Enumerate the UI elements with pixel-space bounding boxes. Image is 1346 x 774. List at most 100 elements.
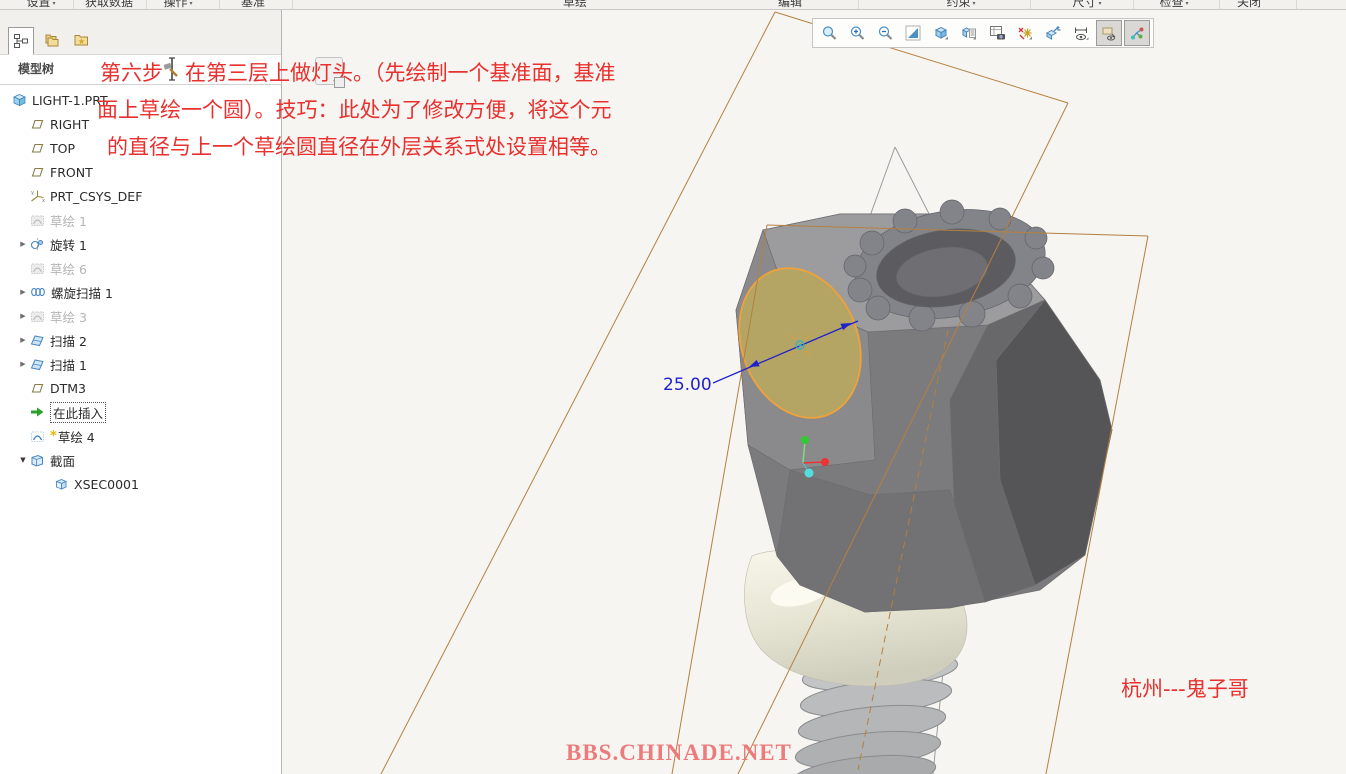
sketch-icon — [31, 215, 44, 226]
model-tree-panel: 模型树 LIGHT-1.PRT RIGHT TOP FRONT y x PRT_… — [0, 10, 282, 774]
zoom-in-button[interactable] — [844, 20, 870, 46]
ribbon-group-edit[interactable]: 编辑 — [778, 0, 802, 9]
ribbon-group-dimension[interactable]: 尺寸 ▾ — [1072, 0, 1102, 9]
tree-item-label: RIGHT — [50, 116, 90, 132]
chevron-down-icon: ▾ — [189, 0, 193, 7]
spin-center-toggle-button[interactable] — [1124, 20, 1150, 46]
tree-item-xsec0001[interactable]: XSEC0001 — [0, 473, 315, 495]
tree-item-label: 在此插入 — [50, 401, 107, 423]
tab-model-tree[interactable] — [8, 27, 34, 55]
tree-item-label: 扫描 2 — [50, 333, 87, 349]
ribbon-group-constrain[interactable]: 约束 ▾ — [946, 0, 976, 9]
section-folder-icon — [31, 454, 43, 467]
chevron-down-icon: ▾ — [972, 0, 976, 7]
insert-here-arrow-icon — [31, 407, 44, 417]
folders-icon — [45, 34, 58, 47]
annotation-display-button[interactable] — [1068, 20, 1094, 46]
tree-item-sketch4[interactable]: * 草绘 4 — [0, 425, 291, 447]
tree-item-front-plane[interactable]: FRONT — [0, 161, 291, 183]
tree-item-label: 草绘 3 — [50, 309, 87, 325]
tree-item-sketch6[interactable]: 草绘 6 — [0, 257, 291, 279]
tree-item-helical-sweep1[interactable]: ▶ 螺旋扫描 1 — [0, 281, 291, 303]
tree-item-revolve1[interactable]: ▶ 旋转 1 — [0, 233, 291, 255]
ribbon-group-operations[interactable]: 操作 ▾ — [163, 0, 193, 9]
panel-title: 模型树 — [18, 62, 55, 76]
annotation-line-2: 面上草绘一个圆）。技巧：此处为了修改方便，将这个元 — [97, 98, 612, 122]
lamp-model — [735, 199, 1113, 774]
datum-display-button[interactable] — [1012, 20, 1038, 46]
tree-item-label: 截面 — [50, 453, 76, 469]
datum-plane-icon — [31, 383, 44, 393]
tree-item-label: 草绘 1 — [50, 213, 87, 229]
tree-item-dtm3[interactable]: DTM3 — [0, 377, 291, 399]
ribbon-bar: 设置 ▾ 获取数据 操作 ▾ 基准 草绘 编辑 约束 ▾ 尺寸 ▾ 检查 ▾ 关闭 — [0, 0, 1346, 10]
tree-item-label: XSEC0001 — [74, 476, 139, 492]
tree-item-csys[interactable]: y x PRT_CSYS_DEF — [0, 185, 291, 207]
expand-arrow-icon[interactable]: ▶ — [16, 240, 30, 248]
refit-button[interactable] — [900, 20, 926, 46]
cross-section-icon — [55, 479, 68, 490]
ribbon-group-inspect[interactable]: 检查 ▾ — [1159, 0, 1188, 9]
tool-cursor-icon — [163, 57, 178, 81]
tree-item-label: FRONT — [50, 164, 93, 180]
zoom-window-icon — [822, 25, 836, 40]
forum-watermark: BBS.CHINADE.NET — [566, 740, 792, 765]
dimension-value: 25.00 — [663, 375, 712, 395]
favorites-folder-icon — [74, 35, 88, 46]
tree-item-label: 螺旋扫描 1 — [51, 285, 113, 301]
datum-display-icon — [1018, 27, 1032, 40]
tree-item-sketch1[interactable]: 草绘 1 — [0, 209, 291, 231]
sweep-icon — [30, 335, 44, 347]
author-signature: 杭州---鬼子哥 — [1121, 677, 1249, 701]
datum-plane-icon — [31, 119, 44, 129]
refit-icon — [905, 25, 921, 41]
datum-plane-icon — [31, 143, 44, 153]
coordinate-system-icon: y x — [31, 190, 45, 203]
ribbon-group-get-data[interactable]: 获取数据 — [85, 0, 133, 9]
expand-arrow-icon[interactable]: ▶ — [16, 360, 30, 368]
plane-display-toggle-button[interactable] — [1096, 20, 1122, 46]
hover-mini-icon — [334, 77, 345, 88]
spin-center-icon — [1130, 27, 1143, 40]
tree-item-label: TOP — [50, 140, 76, 156]
plane-display-icon — [1102, 27, 1115, 41]
tab-favorites[interactable] — [68, 27, 94, 53]
sweep-icon — [30, 359, 44, 371]
helical-sweep-icon — [31, 287, 45, 297]
tree-tab-strip — [0, 10, 281, 55]
modified-star-icon: * — [50, 428, 57, 444]
expand-arrow-icon[interactable]: ▶ — [16, 336, 30, 344]
display-style-button[interactable] — [928, 20, 954, 46]
sketch-icon — [31, 263, 44, 274]
tree-item-sections[interactable]: ▼ 截面 — [0, 449, 291, 471]
tree-item-sweep2[interactable]: ▶ 扫描 2 — [0, 329, 291, 351]
ribbon-group-close[interactable]: 关闭 — [1237, 0, 1261, 9]
layer-display-icon — [1045, 26, 1060, 40]
tree-item-sweep1[interactable]: ▶ 扫描 1 — [0, 353, 291, 375]
expand-arrow-icon[interactable]: ▶ — [16, 312, 30, 320]
zoom-out-button[interactable] — [872, 20, 898, 46]
tree-item-label: PRT_CSYS_DEF — [50, 188, 143, 204]
view-manager-button[interactable] — [984, 20, 1010, 46]
chevron-down-icon: ▾ — [52, 0, 56, 7]
layer-display-button[interactable] — [1040, 20, 1066, 46]
ribbon-group-sketch[interactable]: 草绘 — [563, 0, 587, 9]
ribbon-group-setup[interactable]: 设置 ▾ — [26, 0, 56, 9]
saved-views-button[interactable] — [956, 20, 982, 46]
part-cube-icon — [13, 94, 26, 107]
zoom-window-button[interactable] — [816, 20, 842, 46]
collapse-arrow-icon[interactable]: ▼ — [16, 456, 30, 464]
view-manager-icon — [989, 26, 1005, 40]
tree-item-insert-here[interactable]: 在此插入 — [0, 401, 291, 423]
expand-arrow-icon[interactable]: ▶ — [16, 288, 30, 296]
tree-item-sketch3[interactable]: ▶ 草绘 3 — [0, 305, 291, 327]
svg-text:y: y — [31, 190, 34, 196]
model-tree-icon — [14, 34, 28, 48]
tab-folder-browser[interactable] — [38, 27, 64, 53]
annotation-line-3: 的直径与上一个草绘圆直径在外层关系式处设置相等。 — [107, 135, 611, 159]
ribbon-group-datum[interactable]: 基准 — [241, 0, 265, 9]
tree-item-label: 旋转 1 — [50, 237, 87, 253]
zoom-out-icon — [878, 25, 892, 40]
chevron-down-icon: ▾ — [1098, 0, 1102, 7]
tree-item-label: DTM3 — [50, 380, 86, 396]
